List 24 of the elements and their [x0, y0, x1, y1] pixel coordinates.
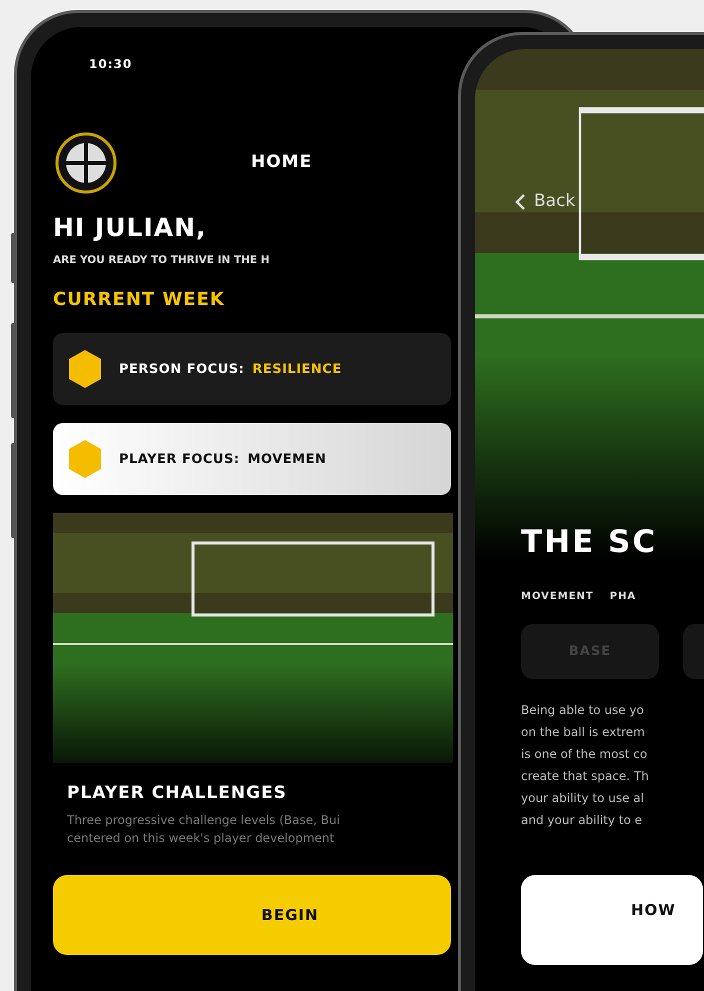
focus-value: MOVEMEN — [248, 450, 326, 468]
chevron-left-icon — [515, 192, 526, 211]
focus-card[interactable]: PLAYER FOCUS: MOVEMEN — [53, 423, 451, 496]
greeting: HI JULIAN, — [53, 212, 208, 244]
focus-label: PLAYER FOCUS: — [119, 450, 240, 468]
back-link[interactable]: Back — [515, 189, 576, 214]
focus-card[interactable]: PERSON FOCUS: RESILIENCE — [53, 333, 451, 406]
tag-label: PHA — [610, 590, 636, 604]
hexagon-icon — [67, 439, 103, 480]
screen-title: HOME — [251, 151, 312, 174]
screen-title: THE SC — [521, 523, 658, 562]
subtitle: ARE YOU READY TO THRIVE IN THE H — [53, 252, 271, 268]
tag-label: MOVEMENT — [521, 590, 594, 604]
status-time: 10:30 — [89, 57, 132, 71]
hexagon-icon — [67, 349, 103, 390]
card-title: PLAYER CHALLENGES — [67, 782, 288, 806]
focus-label: PERSON FOCUS: — [119, 360, 244, 378]
focus-value: RESILIENCE — [252, 360, 342, 378]
how-button[interactable]: HOW — [521, 875, 703, 965]
description-paragraph: Being able to use yo on the ball is extrem is one of the most co create that space. Th your ability to use al and your ability to e — [521, 702, 650, 829]
logo-icon — [55, 132, 117, 194]
card-description: Three progressive challenge levels (Base, Bui centered on this week's player development — [67, 812, 341, 847]
section-title: CURRENT WEEK — [53, 288, 226, 312]
begin-button[interactable]: BEGIN — [53, 874, 451, 955]
